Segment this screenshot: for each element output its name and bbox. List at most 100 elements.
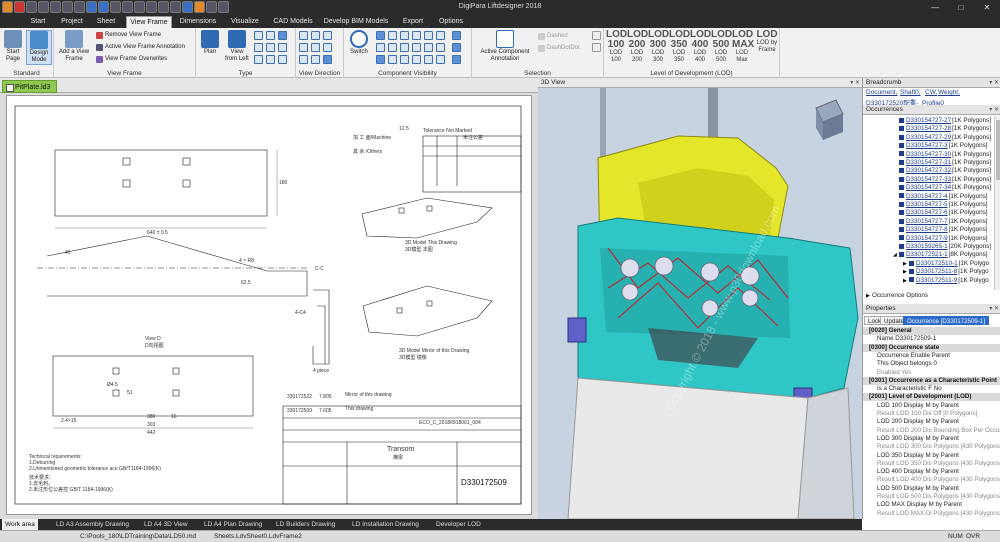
vis-19-icon[interactable]: [424, 55, 433, 64]
property-row[interactable]: Result LOD 300 Dis Polygons [430 Polygon…: [863, 443, 1000, 451]
occurrence-row[interactable]: ◢ D330172521-1[8K Polygons]: [863, 251, 993, 259]
property-row[interactable]: LOD MAX Display M by Parent: [863, 501, 1000, 509]
dashed-button[interactable]: Dashed: [538, 32, 568, 40]
occurrence-row[interactable]: D330154727-30[1K Polygons]: [863, 151, 993, 159]
dir-3-icon[interactable]: [323, 31, 332, 40]
sheet-tab-installation[interactable]: LD Installation Drawing: [352, 519, 419, 530]
vis-21-icon[interactable]: [452, 55, 461, 64]
vis-13-icon[interactable]: [436, 43, 445, 52]
breadcrumb-link-document[interactable]: Document,: [866, 89, 897, 96]
vis-7-icon[interactable]: [452, 31, 461, 40]
panel-controls-icon[interactable]: ▾ ✕: [850, 78, 860, 88]
vis-17-icon[interactable]: [400, 55, 409, 64]
occurrences-controls-icon[interactable]: ▾ ✕: [989, 105, 999, 115]
vis-5-icon[interactable]: [424, 31, 433, 40]
add-view-frame-button[interactable]: Add a View Frame: [57, 30, 91, 63]
start-page-button[interactable]: Start Page: [2, 30, 24, 63]
dir-2-icon[interactable]: [311, 31, 320, 40]
breadcrumb-link-cw[interactable]: CW,: [925, 89, 937, 96]
plan-button[interactable]: Plan: [198, 30, 222, 56]
active-component-annotation-button[interactable]: Active Component Annotation: [474, 30, 536, 63]
tab-sheet[interactable]: Sheet: [92, 16, 120, 28]
breadcrumb-link-weight[interactable]: Weight,: [938, 89, 960, 96]
occurrence-row[interactable]: ▶ D330172511-8[1K Polygo: [863, 268, 993, 276]
property-row[interactable]: Result LOD 400 Dis Polygons [430 Polygon…: [863, 476, 1000, 484]
3d-viewport[interactable]: Copyright © 2018 - www.p30download.com: [538, 88, 862, 519]
vis-14-icon[interactable]: [452, 43, 461, 52]
remove-view-frame-button[interactable]: Remove View Frame: [96, 31, 161, 39]
property-row[interactable]: Result LOD 200 Dis Bounding Box Per Occu…: [863, 427, 1000, 435]
view-frame-overwrites-button[interactable]: View Frame Overwrites: [96, 55, 167, 63]
vis-9-icon[interactable]: [388, 43, 397, 52]
sheet-tab-work-area[interactable]: Work area: [2, 519, 38, 530]
type-back-icon[interactable]: [266, 31, 275, 40]
tab-export[interactable]: Export: [398, 16, 428, 28]
vis-12-icon[interactable]: [424, 43, 433, 52]
dir-9-icon[interactable]: [323, 55, 332, 64]
vis-4-icon[interactable]: [412, 31, 421, 40]
dir-4-icon[interactable]: [299, 43, 308, 52]
vis-6-icon[interactable]: [436, 31, 445, 40]
tab-cad-models[interactable]: CAD Models: [271, 16, 315, 28]
property-row[interactable]: LOD 200 Display M by Parent: [863, 418, 1000, 426]
property-row[interactable]: Enabled Yes: [863, 369, 1000, 377]
occurrence-row[interactable]: D330154727-27[1K Polygons]: [863, 117, 993, 125]
occurrence-selected-button[interactable]: Occurrence [D330172509-1]: [903, 316, 990, 325]
vis-2-icon[interactable]: [388, 31, 397, 40]
type-section-icon[interactable]: [278, 43, 287, 52]
lod-by-frame-button[interactable]: LOD LOD by Frame: [755, 30, 779, 54]
vis-11-icon[interactable]: [412, 43, 421, 52]
tab-visualize[interactable]: Visualize: [227, 16, 263, 28]
sheet-tab-a3-assembly[interactable]: LD A3 Assembly Drawing: [56, 519, 129, 530]
property-row[interactable]: LOD 350 Display M by Parent: [863, 452, 1000, 460]
type-top-icon[interactable]: [254, 43, 263, 52]
vis-16-icon[interactable]: [388, 55, 397, 64]
property-row[interactable]: Result LOD 500 Dis Polygons [430 Polygon…: [863, 493, 1000, 501]
sheet-tab-builders[interactable]: LD Builders Drawing: [276, 519, 335, 530]
sheet-tab-a4-plan[interactable]: LD A4 Plan Drawing: [204, 519, 262, 530]
property-row[interactable]: Result LOD MAX Di Polygons [430 Polygons…: [863, 510, 1000, 518]
lod-100-button[interactable]: LOD 100 LOD 100: [606, 30, 627, 64]
occurrence-row[interactable]: D330154727-7[1K Polygons]: [863, 218, 993, 226]
close-button[interactable]: ✕: [974, 0, 1000, 15]
tab-dimensions[interactable]: Dimensions: [178, 16, 218, 28]
switch-button[interactable]: Switch: [346, 30, 372, 56]
active-view-frame-annotation-button[interactable]: Active View Frame Annotation: [96, 43, 185, 51]
sheet-tab-a4-3d-view[interactable]: LD A4 3D View: [144, 519, 188, 530]
drawing-sheet[interactable]: Tolerance Not Marked 未注公差 加 工 面/Machine …: [6, 95, 532, 515]
design-mode-button[interactable]: Design Mode: [26, 30, 52, 65]
lod-400-button[interactable]: LOD 400 LOD 400: [690, 30, 711, 64]
vis-1-icon[interactable]: [376, 31, 385, 40]
dir-7-icon[interactable]: [299, 55, 308, 64]
type-detail-icon[interactable]: [254, 55, 263, 64]
dashdotdot-button[interactable]: DashDotDot: [538, 44, 580, 52]
type-iso-icon[interactable]: [266, 55, 275, 64]
drawing-area[interactable]: Tolerance Not Marked 未注公差 加 工 面/Machine …: [0, 93, 538, 519]
occurrence-row[interactable]: D330154727-34[1K Polygons]: [863, 184, 993, 192]
property-section[interactable]: [0301] Occurrence as a Characteristic Po…: [863, 376, 1000, 385]
document-tab[interactable]: PitPlate.ld3: [2, 80, 58, 93]
sheet-tab-developer-lod[interactable]: Developer LOD: [436, 519, 481, 530]
property-section[interactable]: [2001] Level of Development (LOD): [863, 393, 1000, 402]
lod-200-button[interactable]: LOD 200 LOD 200: [627, 30, 648, 64]
dir-1-icon[interactable]: [299, 31, 308, 40]
vis-8-icon[interactable]: [376, 43, 385, 52]
occurrence-row[interactable]: D330154727-5[1K Polygons]: [863, 201, 993, 209]
dir-6-icon[interactable]: [323, 43, 332, 52]
occurrence-row[interactable]: D330154727-6[1K Polygons]: [863, 209, 993, 217]
property-row[interactable]: Result LOD 350 Dis Polygons [430 Polygon…: [863, 460, 1000, 468]
property-row[interactable]: LOD 300 Display M by Parent: [863, 435, 1000, 443]
property-row[interactable]: Name D330172509-1: [863, 335, 1000, 343]
occurrence-row[interactable]: D330154727-28[1K Polygons]: [863, 125, 993, 133]
property-section[interactable]: [0020] General: [863, 327, 1000, 335]
lod-350-button[interactable]: LOD 350 LOD 350: [669, 30, 690, 64]
occurrence-options-toggle[interactable]: ▶ Occurrence Options: [863, 292, 993, 300]
scrollbar-thumb[interactable]: [996, 120, 1000, 180]
type-front-icon[interactable]: [254, 31, 263, 40]
view-from-left-button[interactable]: View from Left: [224, 30, 250, 63]
occurrence-row[interactable]: D330154727-3[1K Polygons]: [863, 142, 993, 150]
occurrence-row[interactable]: D330154727-32[1K Polygons]: [863, 167, 993, 175]
type-custom-icon[interactable]: [278, 55, 287, 64]
properties-controls-icon[interactable]: ▾ ✕: [989, 304, 999, 314]
property-row[interactable]: LOD 500 Display M by Parent: [863, 485, 1000, 493]
